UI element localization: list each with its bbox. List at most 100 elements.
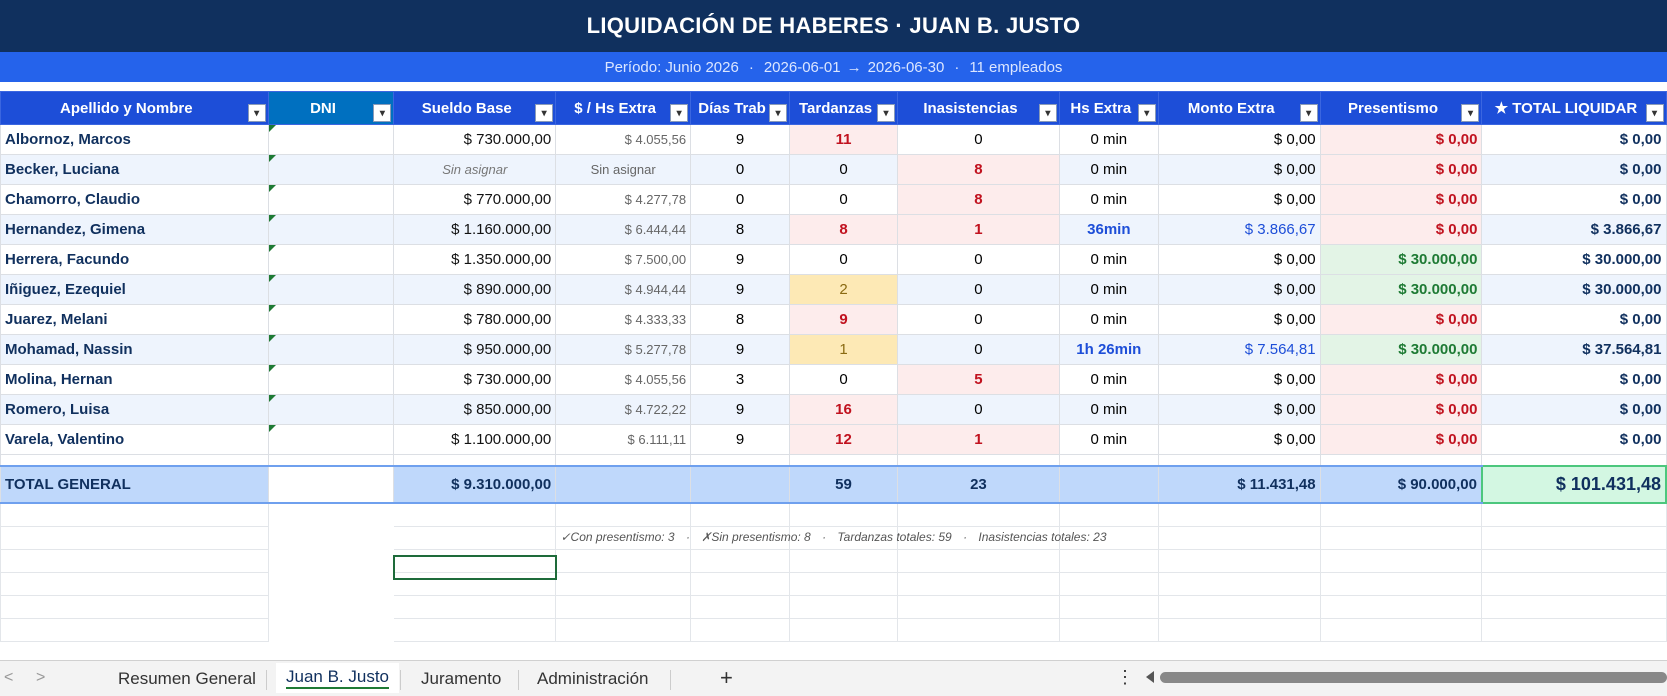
sueldo-base-cell[interactable]: $ 780.000,00 [393, 304, 557, 335]
empty-cell[interactable] [555, 618, 692, 642]
empty-cell[interactable] [1058, 618, 1159, 642]
add-sheet-icon[interactable]: + [720, 665, 733, 691]
col-dni-header[interactable]: DNI ▾ [267, 91, 395, 125]
sueldo-base-cell[interactable]: $ 1.160.000,00 [393, 214, 557, 245]
col-apellido-nombre-header[interactable]: Apellido y Nombre ▾ [0, 91, 269, 125]
inasistencias-cell[interactable]: 1 [897, 424, 1060, 455]
employee-name[interactable]: Albornoz, Marcos [0, 124, 269, 155]
presentismo-cell[interactable]: $ 0,00 [1319, 124, 1483, 155]
empty-cell[interactable] [1157, 572, 1321, 596]
tardanzas-cell[interactable]: 11 [789, 124, 898, 155]
sueldo-base-cell[interactable]: $ 730.000,00 [393, 364, 557, 395]
empty-cell[interactable] [789, 618, 898, 642]
col-total-liquidar-header[interactable]: ★ TOTAL LIQUIDAR ▾ [1481, 91, 1667, 125]
empty-cell[interactable] [555, 595, 692, 619]
dni-cell[interactable] [267, 364, 395, 395]
total-liquidar-cell[interactable]: $ 30.000,00 [1481, 244, 1667, 275]
dni-cell[interactable] [267, 124, 395, 155]
empty-cell[interactable] [897, 595, 1060, 619]
employee-name[interactable]: Becker, Luciana [0, 154, 269, 185]
col-valor-hs-extra-header[interactable]: $ / Hs Extra ▾ [555, 91, 692, 125]
monto-extra-cell[interactable]: $ 0,00 [1157, 274, 1321, 305]
total-liquidar-cell[interactable]: $ 0,00 [1481, 154, 1667, 185]
filter-dropdown-icon[interactable]: ▾ [1461, 104, 1480, 122]
valor-hs-extra-cell[interactable]: $ 5.277,78 [555, 334, 692, 365]
inasistencias-cell[interactable]: 5 [897, 364, 1060, 395]
empty-cell[interactable] [690, 572, 791, 596]
inasistencias-cell[interactable]: 8 [897, 154, 1060, 185]
dias-trab-cell[interactable]: 3 [690, 364, 791, 395]
tardanzas-cell[interactable]: 0 [789, 364, 898, 395]
total-liquidar-cell[interactable]: $ 0,00 [1481, 184, 1667, 215]
sueldo-base-cell[interactable]: $ 950.000,00 [393, 334, 557, 365]
empty-cell[interactable] [0, 502, 269, 527]
filter-dropdown-icon[interactable]: ▾ [1645, 104, 1664, 122]
valor-hs-extra-cell[interactable]: $ 4.055,56 [555, 364, 692, 395]
col-dias-trab-header[interactable]: Días Trab ▾ [690, 91, 791, 125]
next-sheet-icon[interactable]: > [36, 669, 45, 687]
dni-cell[interactable] [267, 214, 395, 245]
dni-cell[interactable] [267, 274, 395, 305]
total-dni-cell[interactable] [267, 465, 395, 504]
inasistencias-cell[interactable]: 0 [897, 334, 1060, 365]
total-liquidar-cell[interactable]: $ 0,00 [1481, 424, 1667, 455]
empty-cell[interactable] [1481, 549, 1667, 573]
employee-name[interactable]: Mohamad, Nassin [0, 334, 269, 365]
dias-trab-cell[interactable]: 9 [690, 334, 791, 365]
dias-trab-cell[interactable]: 9 [690, 244, 791, 275]
empty-cell[interactable] [0, 618, 269, 642]
filter-dropdown-icon[interactable]: ▾ [877, 104, 895, 122]
filter-dropdown-icon[interactable]: ▾ [1038, 104, 1057, 122]
total-monto-extra[interactable]: $ 11.431,48 [1157, 465, 1321, 504]
dias-trab-cell[interactable]: 9 [690, 394, 791, 425]
filter-dropdown-icon[interactable]: ▾ [670, 104, 689, 122]
total-liquidar-cell[interactable]: $ 3.866,67 [1481, 214, 1667, 245]
monto-extra-cell[interactable]: $ 0,00 [1157, 124, 1321, 155]
dni-cell[interactable] [267, 184, 395, 215]
hs-extra-cell[interactable]: 0 min [1058, 274, 1159, 305]
tab-juramento[interactable]: Juramento [421, 669, 501, 689]
presentismo-cell[interactable]: $ 0,00 [1319, 184, 1483, 215]
empty-cell[interactable] [393, 502, 557, 527]
valor-hs-extra-cell[interactable]: $ 7.500,00 [555, 244, 692, 275]
empty-cell[interactable] [1058, 595, 1159, 619]
total-liquidar-cell[interactable]: $ 0,00 [1481, 124, 1667, 155]
dni-cell[interactable] [267, 244, 395, 275]
filter-dropdown-icon[interactable]: ▾ [1299, 104, 1318, 122]
employee-name[interactable]: Herrera, Facundo [0, 244, 269, 275]
total-sueldo[interactable]: $ 9.310.000,00 [393, 465, 557, 504]
employee-name[interactable]: Juarez, Melani [0, 304, 269, 335]
inasistencias-cell[interactable]: 0 [897, 124, 1060, 155]
empty-cell[interactable] [268, 550, 394, 573]
hs-extra-cell[interactable]: 0 min [1058, 424, 1159, 455]
inasistencias-cell[interactable]: 0 [897, 394, 1060, 425]
total-liquidar-cell[interactable]: $ 37.564,81 [1481, 334, 1667, 365]
total-inasistencias[interactable]: 23 [897, 465, 1060, 504]
tardanzas-cell[interactable]: 0 [789, 244, 898, 275]
employee-name[interactable]: Varela, Valentino [0, 424, 269, 455]
dni-cell[interactable] [267, 154, 395, 185]
empty-cell[interactable] [1319, 595, 1483, 619]
sueldo-base-cell[interactable]: $ 890.000,00 [393, 274, 557, 305]
valor-hs-extra-cell[interactable]: $ 4.277,78 [555, 184, 692, 215]
employee-name[interactable]: Hernandez, Gimena [0, 214, 269, 245]
total-label[interactable]: TOTAL GENERAL [0, 465, 269, 504]
empty-cell[interactable] [0, 572, 269, 596]
dni-cell[interactable] [267, 334, 395, 365]
col-hs-extra-header[interactable]: Hs Extra ▾ [1058, 91, 1159, 125]
empty-cell[interactable] [690, 618, 791, 642]
dni-cell[interactable] [267, 424, 395, 455]
total-liquidar-cell[interactable]: $ 0,00 [1481, 394, 1667, 425]
empty-cell[interactable] [393, 595, 557, 619]
empty-cell[interactable] [0, 549, 269, 573]
empty-cell[interactable] [0, 595, 269, 619]
presentismo-cell[interactable]: $ 0,00 [1319, 424, 1483, 455]
total-dias[interactable] [690, 465, 791, 504]
dni-cell[interactable] [267, 394, 395, 425]
monto-extra-cell[interactable]: $ 3.866,67 [1157, 214, 1321, 245]
total-presentismo[interactable]: $ 90.000,00 [1319, 465, 1483, 504]
sueldo-base-cell[interactable]: Sin asignar [393, 154, 557, 185]
empty-cell[interactable] [1157, 595, 1321, 619]
filter-dropdown-icon[interactable]: ▾ [1137, 104, 1156, 122]
valor-hs-extra-cell[interactable]: $ 4.055,56 [555, 124, 692, 155]
